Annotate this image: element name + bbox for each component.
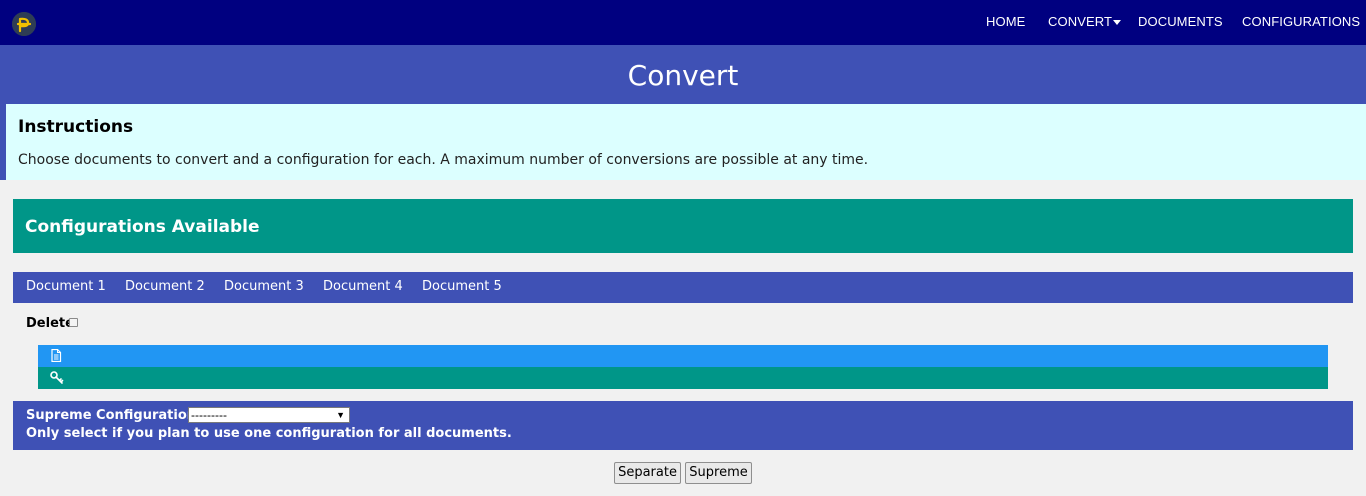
- tab-document-1[interactable]: Document 1: [26, 272, 106, 303]
- nav-configurations[interactable]: CONFIGURATIONS: [1242, 14, 1360, 29]
- supreme-configuration-note: Only select if you plan to use one confi…: [26, 426, 512, 441]
- document-select-row[interactable]: [38, 345, 1328, 367]
- delete-label: Delete: [26, 316, 74, 331]
- configurations-header: Configurations Available: [13, 199, 1353, 253]
- supreme-configuration-select[interactable]: --------- ▼: [188, 407, 350, 423]
- nav-convert-label: CONVERT: [1048, 14, 1113, 29]
- supreme-selected-value: ---------: [191, 408, 227, 422]
- logo-icon[interactable]: [12, 12, 36, 36]
- document-tabs: Document 1 Document 2 Document 3 Documen…: [13, 272, 1353, 303]
- instructions-text: Choose documents to convert and a config…: [18, 152, 869, 168]
- document-icon: [51, 349, 62, 362]
- tab-document-2[interactable]: Document 2: [125, 272, 205, 303]
- key-icon: [50, 371, 64, 384]
- delete-checkbox[interactable]: [69, 318, 78, 327]
- nav-documents[interactable]: DOCUMENTS: [1138, 14, 1223, 29]
- instructions-heading: Instructions: [18, 117, 134, 137]
- supreme-configuration-label: Supreme Configuration:: [26, 408, 202, 423]
- top-navbar: HOME CONVERT DOCUMENTS CONFIGURATIONS: [0, 0, 1366, 45]
- tab-document-4[interactable]: Document 4: [323, 272, 403, 303]
- nav-convert[interactable]: CONVERT: [1048, 14, 1122, 29]
- supreme-configuration-panel: Supreme Configuration: --------- ▼ Only …: [13, 401, 1353, 450]
- tab-document-5[interactable]: Document 5: [422, 272, 502, 303]
- page-title: Convert: [0, 45, 1366, 104]
- nav-home[interactable]: HOME: [986, 14, 1025, 29]
- instructions-panel: Instructions Choose documents to convert…: [0, 104, 1366, 180]
- dropdown-arrow-icon: ▼: [336, 410, 345, 420]
- tab-document-3[interactable]: Document 3: [224, 272, 304, 303]
- supreme-button[interactable]: Supreme: [685, 462, 752, 484]
- separate-button[interactable]: Separate: [614, 462, 681, 484]
- configuration-select-row[interactable]: [38, 367, 1328, 389]
- chevron-down-icon: [1113, 20, 1122, 26]
